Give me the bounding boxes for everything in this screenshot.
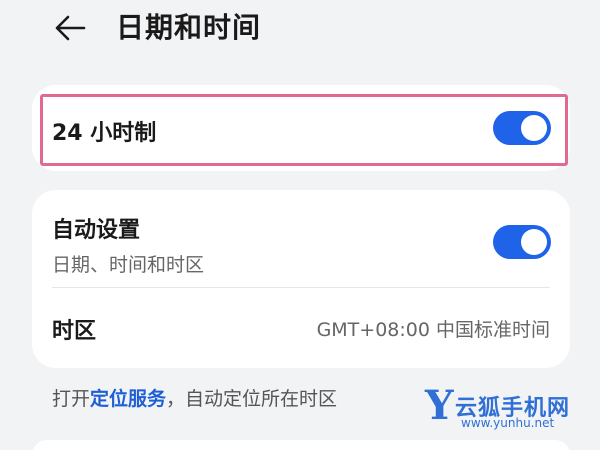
- page-title: 日期和时间: [116, 11, 262, 44]
- back-button[interactable]: [50, 8, 90, 48]
- watermark-url: www.yunhu.net: [461, 416, 555, 430]
- date-time-settings-page: 日期和时间 24 小时制 自动设置 日期、时间和时区 时区 GMT+08:00 …: [0, 0, 600, 450]
- arrow-left-icon: [55, 15, 86, 41]
- time-format-label: 24 小时制: [52, 121, 157, 146]
- next-card-edge: [32, 440, 570, 450]
- timezone-value[interactable]: GMT+08:00 中国标准时间: [317, 315, 550, 342]
- toggle-knob: [521, 115, 547, 141]
- auto-settings-toggle[interactable]: [493, 225, 551, 259]
- location-service-link[interactable]: 定位服务: [90, 388, 166, 410]
- auto-settings-label: 自动设置: [52, 218, 141, 243]
- time-format-toggle[interactable]: [493, 111, 551, 145]
- timezone-label[interactable]: 时区: [52, 313, 96, 345]
- toggle-knob: [521, 229, 547, 255]
- watermark-logo: Y 云狐手机网 www.yunhu.net: [425, 386, 595, 436]
- footnote-prefix: 打开: [52, 388, 91, 410]
- location-footnote: 打开定位服务，自动定位所在时区: [52, 384, 337, 411]
- footnote-suffix: ，自动定位所在时区: [166, 388, 338, 410]
- auto-settings-sublabel: 日期、时间和时区: [52, 254, 205, 276]
- watermark-letter: Y: [425, 382, 454, 429]
- divider: [52, 287, 550, 288]
